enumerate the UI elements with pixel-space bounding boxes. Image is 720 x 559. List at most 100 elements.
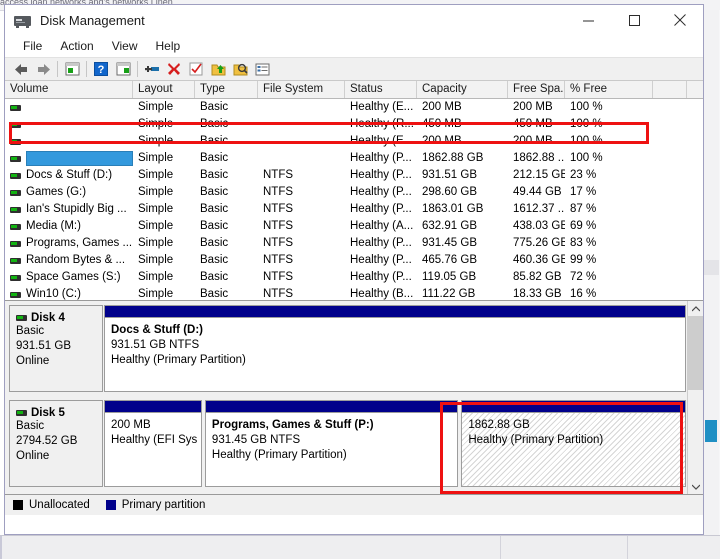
cell-volume[interactable]: Docs & Stuff (D:) xyxy=(5,167,133,184)
detail-view-icon[interactable] xyxy=(251,59,273,79)
table-row[interactable]: Games (G:) Simple Basic NTFS Healthy (P... 29… xyxy=(5,184,703,201)
up-one-level-icon[interactable] xyxy=(61,59,83,79)
export-list-icon[interactable] xyxy=(207,59,229,79)
disk-header[interactable]: Disk 4 Basic 931.51 GB Online xyxy=(9,305,103,392)
background-scroll-row-a xyxy=(703,260,719,275)
taskbar-separator-2 xyxy=(627,536,628,559)
cell-file-system: NTFS xyxy=(263,271,294,283)
table-row[interactable]: Ian's Stupidly Big ... Simple Basic NTFS Hea… xyxy=(5,201,703,218)
column-header-volume[interactable]: Volume xyxy=(5,81,133,98)
cell-capacity: 931.51 GB xyxy=(422,169,477,181)
volume-icon xyxy=(10,274,21,281)
cell-status: Healthy (E... xyxy=(350,135,414,147)
partition-body[interactable]: Programs, Games & Stuff (P:) 931.45 GB NT… xyxy=(204,412,459,487)
close-icon[interactable] xyxy=(657,5,703,35)
cell-blank xyxy=(653,218,687,235)
partition[interactable]: 200 MB Healthy (EFI Sys xyxy=(104,400,202,487)
table-row[interactable]: Simple Basic Healthy (E... 200 MB 200 MB 100 … xyxy=(5,133,703,150)
toolbar-separator-3 xyxy=(137,61,138,77)
partition-status-label: Healthy (EFI Sys xyxy=(111,434,198,446)
maximize-icon[interactable] xyxy=(611,5,657,35)
menu-help[interactable]: Help xyxy=(147,37,190,55)
column-header-type[interactable]: Type xyxy=(195,81,258,98)
column-header-file-system[interactable]: File System xyxy=(258,81,345,98)
partition-color-bar xyxy=(104,305,686,317)
help-icon[interactable]: ? xyxy=(90,59,112,79)
column-header-free[interactable]: % Free xyxy=(565,81,653,98)
partition-body[interactable]: Docs & Stuff (D:) 931.51 GB NTFS Healthy (… xyxy=(104,317,686,392)
cell-volume[interactable] xyxy=(5,116,133,133)
table-row[interactable]: Docs & Stuff (D:) Simple Basic NTFS Healthy … xyxy=(5,167,703,184)
cell-layout: Simple xyxy=(138,203,174,215)
search-icon[interactable] xyxy=(229,59,251,79)
cell-status: Healthy (P... xyxy=(350,152,412,164)
minimize-icon[interactable] xyxy=(565,5,611,35)
cell-free-spa: 49.44 GB xyxy=(513,186,562,198)
partition[interactable]: 1862.88 GB Healthy (Primary Partition) xyxy=(461,400,686,487)
partition-body[interactable]: 1862.88 GB Healthy (Primary Partition) xyxy=(461,412,686,487)
cell-volume[interactable]: Media (M:) xyxy=(5,218,133,235)
table-row[interactable]: Random Bytes & ... Simple Basic NTFS Healthy… xyxy=(5,252,703,269)
background-scrollbar-thumb[interactable] xyxy=(705,420,717,442)
background-scrollbar-track[interactable] xyxy=(703,10,719,559)
scroll-down-icon[interactable] xyxy=(688,479,703,494)
table-row[interactable]: Programs, Games ... Simple Basic NTFS Health… xyxy=(5,235,703,252)
cell-type: Basic xyxy=(200,118,229,130)
menu-view[interactable]: View xyxy=(103,37,147,55)
cell-volume[interactable]: Games (G:) xyxy=(5,184,133,201)
cell-status: Healthy (A... xyxy=(350,220,414,232)
check-icon[interactable] xyxy=(185,59,207,79)
column-header-blank[interactable] xyxy=(653,81,687,98)
properties-icon[interactable] xyxy=(141,59,163,79)
cell-type: Basic xyxy=(200,186,229,198)
selected-volume-name-field[interactable] xyxy=(26,151,133,166)
taskbar[interactable] xyxy=(0,535,720,559)
forward-icon[interactable] xyxy=(32,59,54,79)
cell-file-system: NTFS xyxy=(263,254,294,266)
volume-icon xyxy=(10,104,21,111)
column-header-free-spa[interactable]: Free Spa... xyxy=(508,81,565,98)
column-header-layout[interactable]: Layout xyxy=(133,81,195,98)
cell-status: Healthy (E... xyxy=(350,101,414,113)
cell-volume[interactable] xyxy=(5,150,133,167)
menu-action[interactable]: Action xyxy=(51,37,102,55)
cell-volume[interactable] xyxy=(5,133,133,150)
graphical-view-scrollbar[interactable] xyxy=(687,301,703,494)
cell-free: 69 % xyxy=(570,220,597,232)
cell-blank xyxy=(653,150,687,167)
column-header-status[interactable]: Status xyxy=(345,81,417,98)
cell-layout: Simple xyxy=(138,254,174,266)
toolbar-separator-2 xyxy=(86,61,87,77)
cell-file-system: NTFS xyxy=(263,169,294,181)
cell-volume[interactable] xyxy=(5,99,133,116)
window-title: Disk Management xyxy=(40,12,145,28)
table-row[interactable]: Simple Basic Healthy (P... 1862.88 GB 1862.8… xyxy=(5,150,703,167)
legend-label-primary: Primary partition xyxy=(121,499,206,511)
back-icon[interactable] xyxy=(10,59,32,79)
partition-size-label: 931.51 GB NTFS xyxy=(111,339,200,351)
column-header-capacity[interactable]: Capacity xyxy=(417,81,508,98)
partition[interactable]: Docs & Stuff (D:) 931.51 GB NTFS Healthy (… xyxy=(104,305,686,392)
graphical-scrollbar-thumb[interactable] xyxy=(688,316,703,390)
scroll-up-icon[interactable] xyxy=(688,301,703,316)
delete-icon[interactable] xyxy=(163,59,185,79)
cell-volume[interactable]: Space Games (S:) xyxy=(5,269,133,286)
partition-body[interactable]: 200 MB Healthy (EFI Sys xyxy=(104,412,202,487)
graphical-view-content: Disk 4 Basic 931.51 GB Online Docs & Stuff (… xyxy=(5,301,688,494)
cell-volume[interactable]: Ian's Stupidly Big ... xyxy=(5,201,133,218)
cell-layout: Simple xyxy=(138,118,174,130)
disk-management-icon xyxy=(14,13,31,28)
cell-volume[interactable]: Random Bytes & ... xyxy=(5,252,133,269)
disk-type-label: Basic xyxy=(16,325,45,337)
show-hide-console-tree-icon[interactable] xyxy=(112,59,134,79)
partition-name-label: Docs & Stuff (D:) xyxy=(111,324,203,336)
menu-file[interactable]: File xyxy=(14,37,51,55)
disk-header[interactable]: Disk 5 Basic 2794.52 GB Online xyxy=(9,400,103,487)
partition[interactable]: Programs, Games & Stuff (P:) 931.45 GB NT… xyxy=(204,400,459,487)
disk-size-label: 2794.52 GB xyxy=(16,435,78,447)
cell-volume[interactable]: Programs, Games ... xyxy=(5,235,133,252)
table-row[interactable]: Space Games (S:) Simple Basic NTFS Healthy (… xyxy=(5,269,703,286)
table-row[interactable]: Simple Basic Healthy (R... 450 MB 450 MB 100 … xyxy=(5,116,703,133)
table-row[interactable]: Simple Basic Healthy (E... 200 MB 200 MB 100 … xyxy=(5,99,703,116)
table-row[interactable]: Media (M:) Simple Basic NTFS Healthy (A... 63… xyxy=(5,218,703,235)
